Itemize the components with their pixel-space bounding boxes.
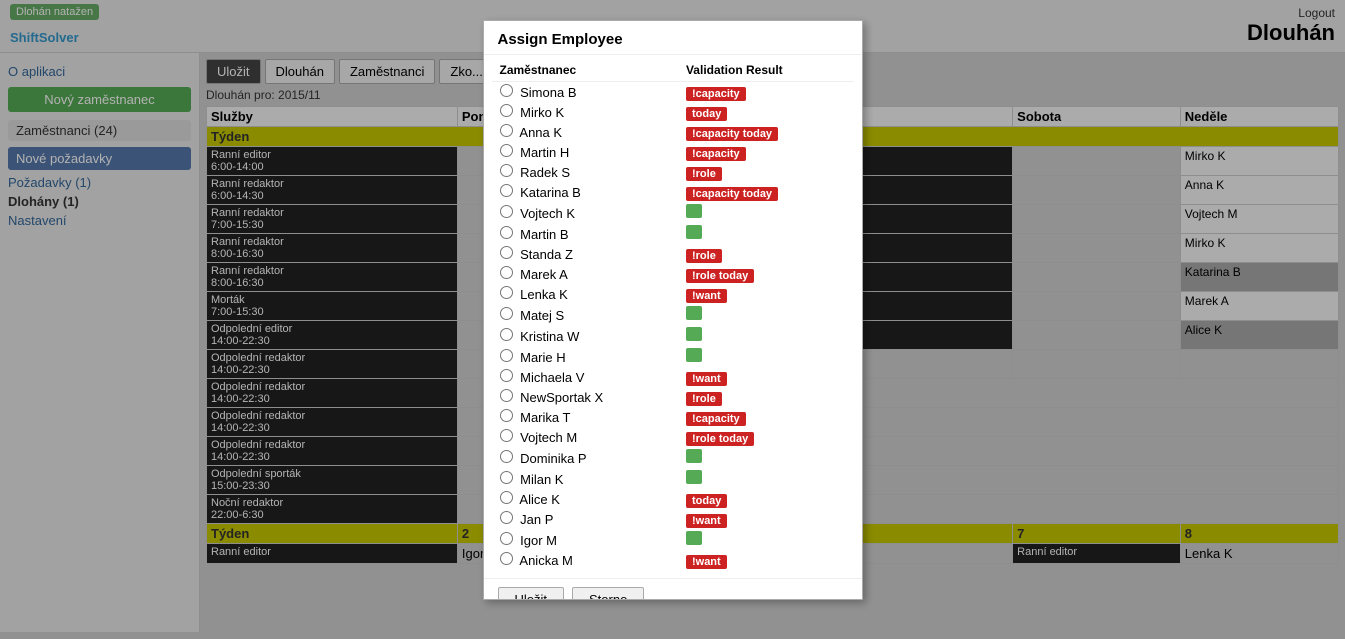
list-item[interactable]: Matej S (492, 304, 854, 325)
employee-name: Standa Z (520, 247, 573, 262)
employee-name: Mirko K (520, 105, 564, 120)
employee-radio[interactable] (500, 124, 513, 137)
employee-name: Katarina B (520, 185, 581, 200)
list-item[interactable]: NewSportak X !role (492, 387, 854, 407)
modal-cancel-button[interactable]: Storno (572, 587, 644, 600)
employee-radio[interactable] (500, 164, 513, 177)
employee-radio[interactable] (500, 511, 513, 524)
employee-name: Marek A (520, 267, 568, 282)
list-item[interactable]: Katarina B !capacity today (492, 182, 854, 202)
employee-name: Anna K (519, 125, 562, 140)
employee-radio[interactable] (500, 184, 513, 197)
list-item[interactable]: Vojtech M !role today (492, 427, 854, 447)
employee-radio[interactable] (500, 328, 513, 341)
employee-radio[interactable] (500, 205, 513, 218)
employee-radio[interactable] (500, 552, 513, 565)
modal-employee-table: Zaměstnanec Validation Result Simona B !… (492, 59, 854, 570)
list-item[interactable]: Standa Z !role (492, 244, 854, 264)
employee-radio[interactable] (500, 471, 513, 484)
employee-radio[interactable] (500, 450, 513, 463)
list-item[interactable]: Milan K (492, 468, 854, 489)
list-item[interactable]: Kristina W (492, 325, 854, 346)
list-item[interactable]: Simona B !capacity (492, 82, 854, 103)
employee-name: Martin B (520, 227, 568, 242)
employee-radio[interactable] (500, 266, 513, 279)
employee-name: Michaela V (520, 370, 584, 385)
employee-radio[interactable] (500, 104, 513, 117)
employee-name: Vojtech M (520, 430, 577, 445)
employee-name: Simona B (520, 85, 576, 100)
list-item[interactable]: Martin B (492, 223, 854, 244)
employee-name: Kristina W (520, 329, 579, 344)
employee-name: Alice K (519, 492, 559, 507)
employee-name: Radek S (520, 165, 570, 180)
employee-name: Marika T (520, 410, 570, 425)
employee-radio[interactable] (500, 286, 513, 299)
employee-radio[interactable] (500, 307, 513, 320)
employee-name: Lenka K (520, 287, 568, 302)
list-item[interactable]: Anicka M !want (492, 550, 854, 570)
employee-radio[interactable] (500, 429, 513, 442)
employee-radio[interactable] (500, 409, 513, 422)
employee-radio[interactable] (500, 349, 513, 362)
list-item[interactable]: Martin H !capacity (492, 142, 854, 162)
list-item[interactable]: Mirko K today (492, 102, 854, 122)
employee-name: Dominika P (520, 451, 586, 466)
list-item[interactable]: Marie H (492, 346, 854, 367)
modal-save-button[interactable]: Uložit (498, 587, 565, 600)
employee-radio[interactable] (500, 389, 513, 402)
list-item[interactable]: Alice K today (492, 489, 854, 509)
list-item[interactable]: Dominika P (492, 447, 854, 468)
list-item[interactable]: Igor M (492, 529, 854, 550)
employee-name: Milan K (520, 472, 563, 487)
modal-overlay: Assign Employee Zaměstnanec Validation R… (0, 0, 1345, 639)
col-employee-header: Zaměstnanec (492, 59, 678, 82)
employee-radio[interactable] (500, 144, 513, 157)
employee-radio[interactable] (500, 491, 513, 504)
employee-radio[interactable] (500, 246, 513, 259)
list-item[interactable]: Marek A !role today (492, 264, 854, 284)
col-validation-header: Validation Result (678, 59, 854, 82)
list-item[interactable]: Anna K !capacity today (492, 122, 854, 142)
modal-title: Assign Employee (484, 21, 862, 55)
employee-name: Marie H (520, 350, 566, 365)
list-item[interactable]: Vojtech K (492, 202, 854, 223)
employee-name: Anicka M (519, 553, 572, 568)
employee-name: NewSportak X (520, 390, 603, 405)
employee-name: Jan P (520, 512, 553, 527)
employee-radio[interactable] (500, 369, 513, 382)
employee-name: Matej S (520, 308, 564, 323)
list-item[interactable]: Michaela V !want (492, 367, 854, 387)
modal-footer: Uložit Storno (484, 578, 862, 600)
employee-name: Vojtech K (520, 206, 575, 221)
list-item[interactable]: Marika T !capacity (492, 407, 854, 427)
assign-employee-modal: Assign Employee Zaměstnanec Validation R… (483, 20, 863, 600)
employee-name: Martin H (520, 145, 569, 160)
list-item[interactable]: Radek S !role (492, 162, 854, 182)
employee-radio[interactable] (500, 84, 513, 97)
employee-name: Igor M (520, 533, 557, 548)
employee-radio[interactable] (500, 532, 513, 545)
list-item[interactable]: Jan P !want (492, 509, 854, 529)
list-item[interactable]: Lenka K !want (492, 284, 854, 304)
employee-radio[interactable] (500, 226, 513, 239)
